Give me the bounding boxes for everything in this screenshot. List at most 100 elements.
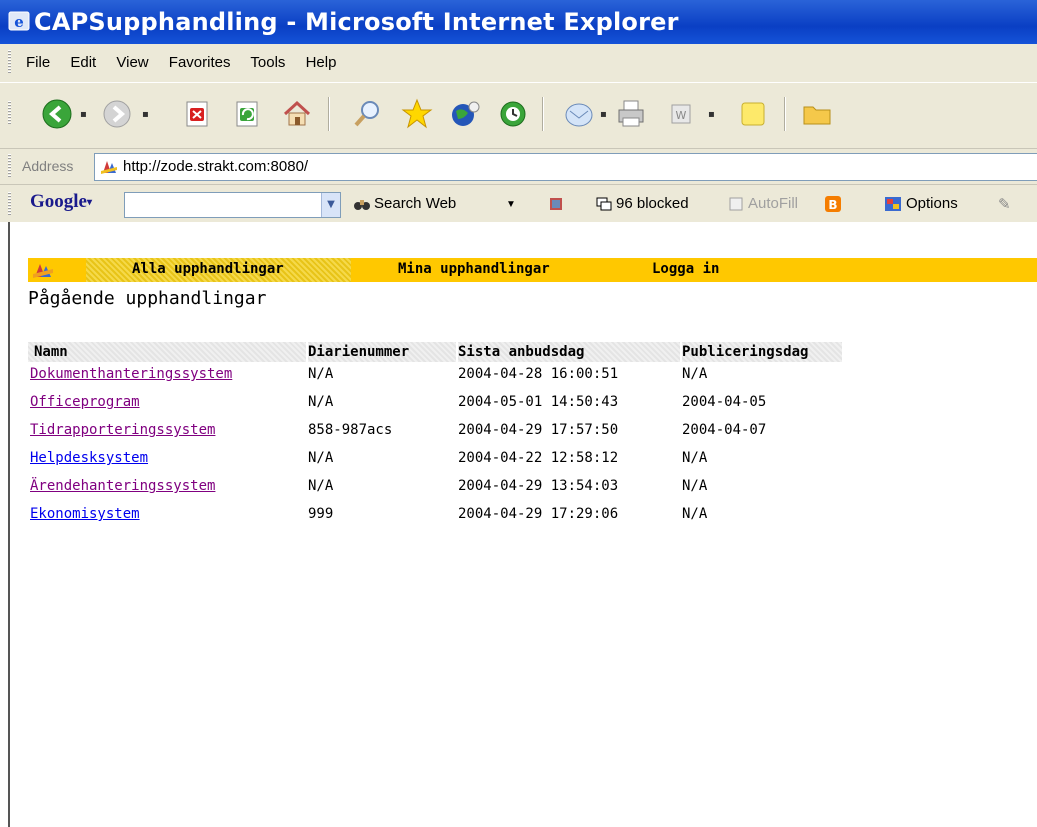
search-magnifier-icon xyxy=(354,101,379,127)
google-logo: Google xyxy=(30,191,87,212)
col-header-sista-anbudsdag: Sista anbudsdag xyxy=(458,342,680,362)
blogger-button[interactable]: B xyxy=(824,195,846,213)
procurement-link[interactable]: Ekonomisystem xyxy=(30,504,140,524)
site-logo-icon[interactable] xyxy=(32,261,54,279)
history-button[interactable] xyxy=(496,97,530,131)
autofill-label: AutoFill xyxy=(748,195,799,212)
publiceringsdag-cell: N/A xyxy=(682,366,708,382)
browser-chrome: File Edit View Favorites Tools Help ▪ ▪ xyxy=(0,44,1037,222)
address-label: Address xyxy=(22,158,74,174)
stop-button[interactable] xyxy=(180,97,214,131)
toolbar-grip[interactable] xyxy=(8,101,11,125)
mail-dropdown-icon[interactable]: ▪ xyxy=(600,109,607,120)
favorites-star-icon xyxy=(401,98,433,129)
address-input[interactable]: http://zode.strakt.com:8080/ xyxy=(94,153,1037,181)
login-link[interactable]: Logga in xyxy=(652,261,719,277)
edit-dropdown-icon[interactable]: ▪ xyxy=(708,109,715,120)
menu-favorites[interactable]: Favorites xyxy=(169,54,231,71)
media-globe-icon xyxy=(452,101,480,126)
home-button[interactable] xyxy=(280,97,314,131)
page-viewport: Alla upphandlingar Mina upphandlingar Lo… xyxy=(8,222,1037,827)
menu-view[interactable]: View xyxy=(116,54,148,71)
diarienummer-cell: N/A xyxy=(308,366,334,382)
col-header-publiceringsdag: Publiceringsdag xyxy=(682,342,842,362)
media-button[interactable] xyxy=(448,97,482,131)
diarienummer-cell: N/A xyxy=(308,478,334,494)
toolbar-grip[interactable] xyxy=(8,50,11,74)
stop-icon xyxy=(186,101,208,127)
blogger-icon: B xyxy=(825,196,841,213)
publiceringsdag-cell: N/A xyxy=(682,478,708,494)
pagerank-icon xyxy=(550,198,562,211)
menu-help[interactable]: Help xyxy=(306,54,337,71)
toolbar-separator xyxy=(542,97,544,131)
search-web-button[interactable]: Search Web xyxy=(354,195,456,212)
back-dropdown-icon[interactable]: ▪ xyxy=(80,109,87,120)
print-button[interactable] xyxy=(614,97,648,131)
google-toolbar: Google▾ ▼ Search Web ▼ 96 blocked AutoFi… xyxy=(0,185,1037,222)
options-button[interactable]: Options xyxy=(884,195,958,212)
site-nav-bar: Alla upphandlingar Mina upphandlingar Lo… xyxy=(28,258,1037,282)
window-title-bar: e CAPSupphandling - Microsoft Internet E… xyxy=(0,0,1037,44)
pencil-icon[interactable]: ✎ xyxy=(998,195,1011,213)
svg-text:e: e xyxy=(14,13,24,31)
pagerank-button[interactable] xyxy=(548,195,568,212)
favorites-button[interactable] xyxy=(400,97,434,131)
google-search-input[interactable]: ▼ xyxy=(124,192,341,218)
autofill-button[interactable]: AutoFill xyxy=(728,195,798,212)
menu-tools[interactable]: Tools xyxy=(250,54,285,71)
sista-anbudsdag-cell: 2004-05-01 14:50:43 xyxy=(458,394,619,410)
blocked-count: 96 blocked xyxy=(616,195,689,212)
google-dropdown-icon: ▾ xyxy=(87,197,93,209)
ie-window-icon: e xyxy=(8,11,30,31)
sista-anbudsdag-cell: 2004-04-29 13:54:03 xyxy=(458,478,619,494)
diarienummer-cell: N/A xyxy=(308,394,334,410)
standard-toolbar: ▪ ▪ ▪ W ▪ xyxy=(0,83,1037,149)
menu-bar: File Edit View Favorites Tools Help xyxy=(0,44,1037,83)
tab-mina-upphandlingar[interactable]: Mina upphandlingar xyxy=(398,261,550,277)
refresh-icon xyxy=(236,101,258,127)
procurement-link[interactable]: Tidrapporteringssystem xyxy=(30,420,215,440)
menu-file[interactable]: File xyxy=(26,54,50,71)
sticky-note-icon xyxy=(741,102,765,126)
procurement-link[interactable]: Ärendehanteringssystem xyxy=(30,476,215,496)
search-web-label: Search Web xyxy=(374,195,457,212)
mail-icon xyxy=(565,103,593,127)
back-button[interactable] xyxy=(40,97,74,131)
search-button[interactable] xyxy=(350,97,384,131)
procurement-link[interactable]: Helpdesksystem xyxy=(30,448,148,468)
google-search-dropdown-icon[interactable]: ▼ xyxy=(321,193,340,217)
toolbar-grip[interactable] xyxy=(8,154,11,178)
discuss-button[interactable] xyxy=(736,97,770,131)
toolbar-separator xyxy=(784,97,786,131)
forward-dropdown-icon[interactable]: ▪ xyxy=(142,109,149,120)
folder-button[interactable] xyxy=(800,97,834,131)
svg-text:W: W xyxy=(676,109,687,122)
address-url: http://zode.strakt.com:8080/ xyxy=(123,158,309,175)
options-label: Options xyxy=(906,195,958,212)
sista-anbudsdag-cell: 2004-04-28 16:00:51 xyxy=(458,366,619,382)
google-logo-button[interactable]: Google▾ xyxy=(30,191,92,213)
tab-alla-upphandlingar[interactable]: Alla upphandlingar xyxy=(132,261,284,277)
procurement-link[interactable]: Dokumenthanteringssystem xyxy=(30,364,232,384)
word-edit-icon: W xyxy=(671,104,691,124)
refresh-button[interactable] xyxy=(230,97,264,131)
publiceringsdag-cell: N/A xyxy=(682,450,708,466)
col-header-diarienummer: Diarienummer xyxy=(308,342,456,362)
forward-button[interactable] xyxy=(100,97,134,131)
forward-arrow-icon xyxy=(103,100,131,128)
publiceringsdag-cell: N/A xyxy=(682,506,708,522)
menu-edit[interactable]: Edit xyxy=(70,54,96,71)
mail-button[interactable] xyxy=(562,97,596,131)
diarienummer-cell: 999 xyxy=(308,506,334,522)
edit-button[interactable]: W xyxy=(664,97,698,131)
home-icon xyxy=(283,100,311,126)
search-web-dropdown-icon[interactable]: ▼ xyxy=(506,199,516,210)
toolbar-grip[interactable] xyxy=(8,192,11,216)
popup-blocker-button[interactable]: 96 blocked xyxy=(596,195,689,212)
history-icon xyxy=(500,101,526,127)
procurement-link[interactable]: Officeprogram xyxy=(30,392,140,412)
col-header-namn: Namn xyxy=(28,342,306,362)
folder-icon xyxy=(803,106,831,125)
sista-anbudsdag-cell: 2004-04-29 17:57:50 xyxy=(458,422,619,438)
